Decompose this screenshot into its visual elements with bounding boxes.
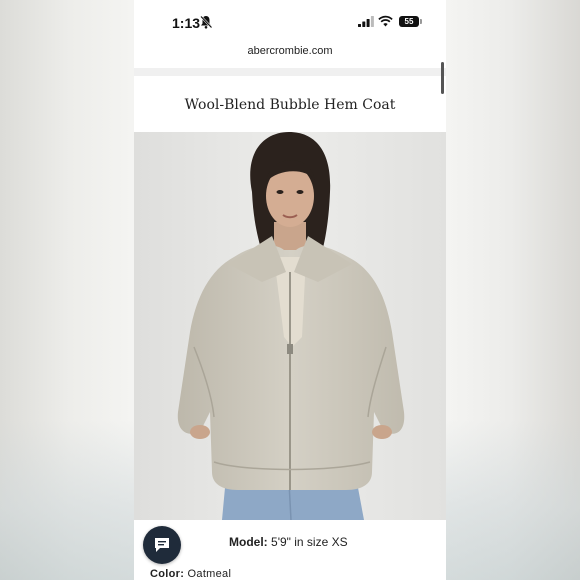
phone-screen: 1:13 55 abercrombie.com Wool-Blend Bubbl… xyxy=(134,0,446,580)
model-info: Model: 5'9" in size XS xyxy=(229,535,348,549)
section-divider xyxy=(134,68,446,76)
color-value: Oatmeal xyxy=(187,568,232,580)
chat-bubble-icon xyxy=(155,538,169,552)
chat-button[interactable] xyxy=(143,526,181,564)
product-title: Wool-Blend Bubble Hem Coat xyxy=(184,97,396,113)
bell-slash-icon xyxy=(200,15,212,29)
model-label: Model: xyxy=(229,535,268,549)
color-info: Color: Oatmeal xyxy=(150,568,231,580)
status-time: 1:13 xyxy=(172,15,201,31)
cellular-signal-icon xyxy=(358,16,374,27)
product-image[interactable] xyxy=(134,132,446,520)
address-bar-url[interactable]: abercrombie.com xyxy=(134,45,446,57)
color-label: Color: xyxy=(150,568,185,580)
model-value: 5'9" in size XS xyxy=(271,535,348,549)
wifi-icon xyxy=(378,15,393,27)
scrollbar[interactable] xyxy=(441,62,444,94)
status-bar: 1:13 55 xyxy=(134,0,446,40)
battery-icon: 55 xyxy=(399,16,422,27)
